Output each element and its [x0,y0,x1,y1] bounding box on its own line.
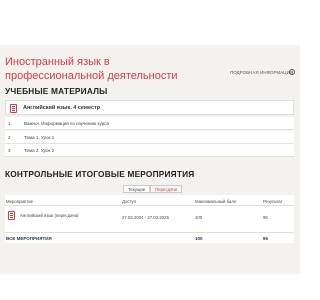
list-item[interactable]: 2 Тема 1. Урок 1 [5,130,294,144]
document-icon [10,104,17,113]
event-name[interactable]: Английский язык (пересдача) [20,213,78,218]
page-title: Иностранный язык в профессиональной деят… [5,56,178,82]
page: Иностранный язык в профессиональной деят… [0,0,300,300]
more-info-link[interactable]: ПОДРОБНАЯ ИНФОРМАЦИЯ [230,70,293,75]
event-result: 95 [263,215,268,220]
event-max-score: 100 [195,215,203,220]
course-name[interactable]: Английский язык. 4 семестр [23,105,100,111]
tab-current[interactable]: Текущие [123,185,151,193]
column-header-max-score: Максимальный балл [195,199,237,204]
materials-list: 1 Важно!. Информация по изучению курса 2… [5,117,294,158]
materials-section-title: УЧЕБНЫЕ МАТЕРИАЛЫ [5,86,108,96]
divider [5,205,294,206]
column-header-event: Мероприятие [6,199,33,204]
final-events-section-title: КОНТРОЛЬНЫЕ ИТОГОВЫЕ МЕРОПРИЯТИЯ [5,169,195,179]
item-title[interactable]: Тема 1. Урок 1 [24,135,54,140]
total-result: 95 [263,236,269,241]
item-number: 2 [8,134,11,140]
total-label: ВСЕ МЕРОПРИЯТИЯ [6,236,52,241]
item-title[interactable]: Важно!. Информация по изучению курса [24,121,109,126]
event-access: 27.03.2024 - 27.03.2025 [122,215,169,220]
course-card[interactable]: Английский язык. 4 семестр [5,100,294,115]
column-header-result: Результат [263,199,283,204]
total-max-score: 100 [195,236,203,241]
tab-retakes[interactable]: Пересдачи [150,185,183,193]
table-total-row: ВСЕ МЕРОПРИЯТИЯ 100 95 [5,232,294,243]
list-item[interactable]: 3 Тема 2. Урок 2 [5,144,294,157]
column-header-access: Доступ [122,199,136,204]
item-number: 1 [8,121,11,126]
list-item[interactable]: 1 Важно!. Информация по изучению курса [5,117,294,130]
info-icon[interactable]: i [289,69,295,75]
item-title[interactable]: Тема 2. Урок 2 [24,148,54,153]
events-tabs: Текущие Пересдачи [123,185,183,193]
document-icon [8,211,15,220]
item-number: 3 [8,148,11,153]
